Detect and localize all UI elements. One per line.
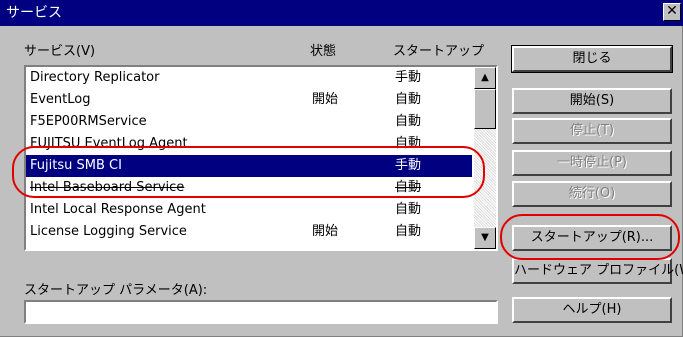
title-bar: サービス ✕ [0,0,683,26]
service-startup: 自動 [395,114,422,129]
scroll-down-button[interactable]: ▼ [474,227,496,249]
service-name: EventLog [30,92,91,107]
list-item[interactable]: Intel Local Response Agent 自動 [26,199,472,221]
startup-parameters-label: スタートアップ パラメータ(A): [24,283,208,298]
service-status: 開始 [312,224,339,239]
start-button[interactable]: 開始(S) [512,88,672,114]
list-item[interactable]: Directory Replicator 手動 [26,67,472,89]
startup-parameters-input[interactable] [24,300,498,324]
scroll-up-button[interactable]: ▲ [474,67,496,89]
window-title: サービス [6,5,62,21]
help-button[interactable]: ヘルプ(H) [512,297,672,323]
column-header-startup: スタートアップ [393,44,485,59]
highlight-ring-service [12,146,485,198]
close-icon: ✕ [666,3,678,19]
service-name: License Logging Service [30,224,187,239]
hardware-profiles-button[interactable]: ハードウェア プロファイル(W)... [512,258,683,284]
service-startup: 手動 [395,70,422,85]
close-button[interactable]: 閉じる [511,45,673,73]
service-name: Intel Local Response Agent [30,202,206,217]
list-item[interactable]: F5EP00RMService 自動 [26,111,472,133]
triangle-up-icon: ▲ [481,72,489,83]
service-startup: 自動 [395,92,422,107]
list-item[interactable]: License Logging Service 開始 自動 [26,221,472,243]
resume-button[interactable]: 続行(O) [512,181,672,207]
services-dialog: サービス ✕ サービス(V) 状態 スタートアップ Directory Repl… [0,0,683,337]
close-window-button[interactable]: ✕ [663,3,681,21]
stop-button[interactable]: 停止(T) [512,118,672,144]
triangle-down-icon: ▼ [481,232,489,243]
column-header-service: サービス(V) [24,44,96,59]
service-status: 開始 [312,92,339,107]
service-startup: 自動 [395,224,422,239]
highlight-ring-startup [500,214,680,260]
service-startup: 自動 [395,202,422,217]
pause-button[interactable]: 一時停止(P) [512,150,672,176]
scroll-thumb[interactable] [474,89,496,129]
service-name: Directory Replicator [30,70,160,85]
service-name: F5EP00RMService [30,114,147,129]
list-item[interactable]: EventLog 開始 自動 [26,89,472,111]
column-header-status: 状態 [310,44,337,59]
